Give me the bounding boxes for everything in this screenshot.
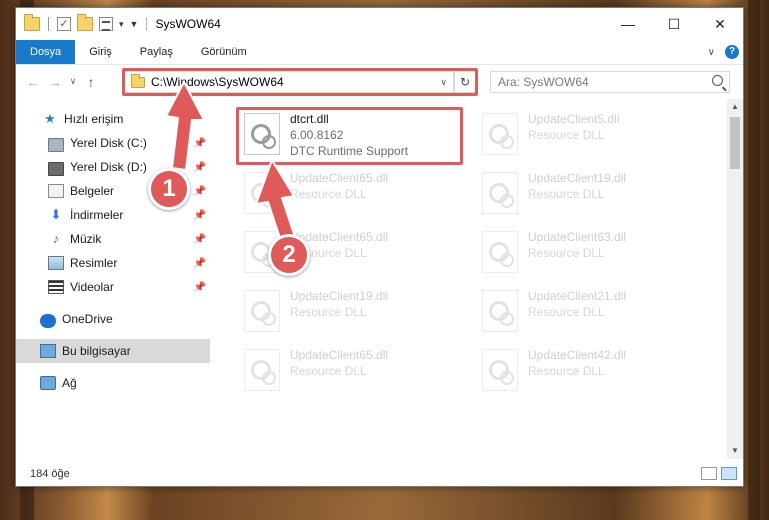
annotation-badge-2: 2 (268, 234, 310, 276)
annotation-arrows (164, 79, 298, 246)
annotation-arrow-2 (254, 157, 298, 246)
annotation-badge-1: 1 (148, 168, 190, 210)
annotation-arrow-1 (164, 79, 206, 172)
